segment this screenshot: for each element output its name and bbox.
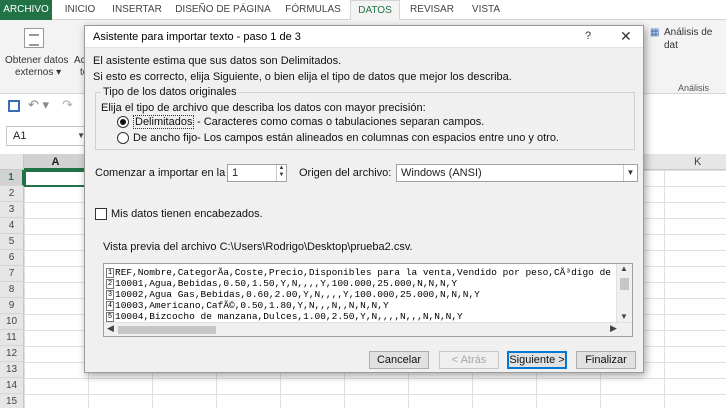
- back-button[interactable]: < Atrás: [439, 351, 499, 369]
- headers-label[interactable]: Mis datos tienen encabezados.: [111, 208, 263, 220]
- active-cell-a1[interactable]: [24, 170, 89, 187]
- redo-icon[interactable]: ↷: [62, 97, 73, 113]
- data-type-prompt: Elija el tipo de archivo que describa lo…: [101, 102, 426, 114]
- vertical-scroll-thumb[interactable]: [620, 278, 629, 290]
- row-header-10[interactable]: 10: [0, 314, 24, 330]
- delimited-description: - Caracteres como comas o tabulaciones s…: [197, 116, 485, 128]
- help-button[interactable]: ?: [585, 30, 591, 42]
- tab-revisar[interactable]: REVISAR: [404, 0, 460, 20]
- dialog-title-bar: Asistente para importar texto - paso 1 d…: [85, 26, 643, 48]
- cancel-button[interactable]: Cancelar: [369, 351, 429, 369]
- file-origin-label: Origen del archivo:: [299, 167, 392, 179]
- get-external-data-icon[interactable]: [24, 28, 44, 48]
- row-header-4[interactable]: 4: [0, 218, 24, 234]
- row-header-9[interactable]: 9: [0, 298, 24, 314]
- scroll-left-icon[interactable]: ◀: [107, 323, 114, 334]
- tab-vista[interactable]: VISTA: [464, 0, 508, 20]
- whatif-analysis-button[interactable]: Análisis de dat: [664, 26, 726, 52]
- delimited-label[interactable]: Delimitados: [133, 115, 195, 129]
- horizontal-scroll-thumb[interactable]: [118, 326, 216, 334]
- scroll-right-icon[interactable]: ▶: [610, 323, 617, 334]
- row-header-3[interactable]: 3: [0, 202, 24, 218]
- row-header-13[interactable]: 13: [0, 362, 24, 378]
- next-button[interactable]: Siguiente >: [507, 351, 567, 369]
- undo-icon[interactable]: ↶ ▾: [28, 97, 49, 113]
- preview-line: 5 10004,Bizcocho de manzana,Dulces,1.00,2…: [106, 311, 463, 322]
- dialog-title: Asistente para importar texto - paso 1 d…: [93, 31, 301, 43]
- whatif-icon[interactable]: ▦: [650, 26, 659, 39]
- intro-line-2: Si esto es correcto, elija Siguiente, o …: [93, 71, 512, 83]
- tab-diseno-pagina[interactable]: DISEÑO DE PÁGINA: [172, 0, 274, 20]
- name-box-value: A1: [13, 130, 27, 142]
- start-row-value: 1: [232, 167, 239, 179]
- row-header-12[interactable]: 12: [0, 346, 24, 362]
- fixed-width-radio[interactable]: [117, 132, 129, 144]
- start-row-stepper[interactable]: 1 ▲ ▼: [227, 164, 287, 182]
- preview-vertical-scrollbar[interactable]: ▲ ▼: [616, 264, 632, 324]
- text-import-wizard-dialog: Asistente para importar texto - paso 1 d…: [84, 25, 644, 373]
- column-header-k[interactable]: K: [694, 154, 701, 170]
- tab-archivo[interactable]: ARCHIVO: [0, 0, 52, 20]
- data-type-group-title: Tipo de los datos originales: [101, 86, 239, 98]
- row-headers: 1 2 3 4 5 6 7 8 9 10 11 12 13 14 15: [0, 170, 24, 408]
- row-header-2[interactable]: 2: [0, 186, 24, 202]
- fixed-width-description: - Los campos están alineados en columnas…: [197, 132, 559, 144]
- row-header-8[interactable]: 8: [0, 282, 24, 298]
- finish-button[interactable]: Finalizar: [576, 351, 636, 369]
- preview-line: 1 REF,Nombre,CategorÃ­a,Coste,Precio,Disp…: [106, 267, 611, 278]
- row-header-1[interactable]: 1: [0, 170, 24, 186]
- start-row-label: Comenzar a importar en la fila:: [95, 167, 246, 179]
- spin-arrows-icon[interactable]: ▲ ▼: [276, 165, 286, 181]
- scroll-up-icon[interactable]: ▲: [620, 264, 628, 273]
- file-origin-value: Windows (ANSI): [401, 167, 482, 179]
- ribbon-tab-bar: ARCHIVO INICIO INSERTAR DISEÑO DE PÁGINA…: [0, 0, 726, 21]
- fixed-width-label[interactable]: De ancho fijo: [133, 132, 197, 144]
- close-icon[interactable]: ✕: [620, 28, 632, 45]
- row-header-11[interactable]: 11: [0, 330, 24, 346]
- intro-line-1: El asistente estima que sus datos son De…: [93, 55, 342, 67]
- save-icon[interactable]: [8, 100, 20, 112]
- tab-datos[interactable]: DATOS: [350, 0, 400, 21]
- row-header-15[interactable]: 15: [0, 394, 24, 408]
- row-header-5[interactable]: 5: [0, 234, 24, 250]
- file-origin-select[interactable]: Windows (ANSI) ▼: [396, 164, 638, 182]
- preview-line: 2 10001,Agua,Bebidas,0.50,1.50,Y,N,,,,Y,1…: [106, 278, 458, 289]
- preview-horizontal-scrollbar[interactable]: ◀ ▶: [104, 322, 632, 336]
- tab-inicio[interactable]: INICIO: [58, 0, 102, 20]
- tab-formulas[interactable]: FÓRMULAS: [280, 0, 346, 20]
- scroll-down-icon[interactable]: ▼: [620, 312, 628, 321]
- chevron-down-icon[interactable]: ▼: [623, 165, 637, 181]
- preview-line: 4 10003,Americano,CafÃ©,0.50,1.80,Y,N,,,N…: [106, 300, 389, 311]
- column-header-a[interactable]: A: [24, 154, 88, 170]
- preview-label: Vista previa del archivo C:\Users\Rodrig…: [103, 241, 413, 253]
- row-header-14[interactable]: 14: [0, 378, 24, 394]
- row-header-7[interactable]: 7: [0, 266, 24, 282]
- name-box[interactable]: A1 ▼: [6, 126, 90, 146]
- delimited-radio[interactable]: [117, 116, 129, 128]
- get-external-data-label-2[interactable]: externos ▾: [15, 66, 61, 79]
- tab-insertar[interactable]: INSERTAR: [108, 0, 166, 20]
- file-preview[interactable]: 1 REF,Nombre,CategorÃ­a,Coste,Precio,Disp…: [103, 263, 633, 337]
- row-header-6[interactable]: 6: [0, 250, 24, 266]
- headers-checkbox[interactable]: [95, 208, 107, 220]
- select-all-corner[interactable]: [0, 154, 24, 170]
- preview-line: 3 10002,Agua Gas,Bebidas,0.60,2.00,Y,N,,,…: [106, 289, 480, 300]
